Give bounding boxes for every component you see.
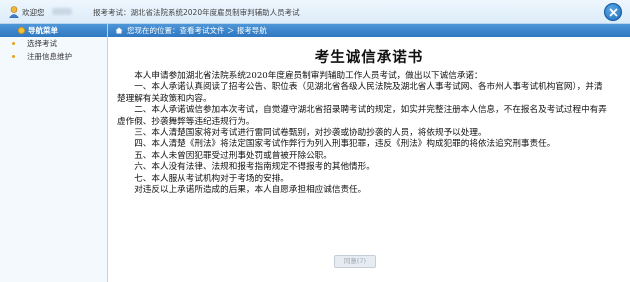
sidebar-item-registration-info[interactable]: 注册信息维护	[0, 50, 107, 63]
document-paragraph: 对违反以上承诺所造成的后果，本人自愿承担相应诚信责任。	[134, 185, 367, 196]
home-icon	[115, 27, 123, 34]
user-icon	[9, 6, 19, 18]
document-paragraph: 七、本人服从考试机构对于考场的安排。	[134, 173, 289, 184]
username-redacted	[52, 8, 72, 15]
top-bar: 欢迎您 报考考试：湖北省法院系统2020年度雇员制审判辅助人员考试	[0, 0, 630, 24]
sidebar-item-label: 注册信息维护	[27, 52, 72, 61]
sidebar: 导航菜单 选择考试 注册信息维护	[0, 24, 108, 282]
breadcrumb-text: 您现在的位置：查看考试文件 ＞ 报考导航	[127, 26, 267, 35]
bullet-icon	[12, 55, 15, 58]
main-content: 考生诚信承诺书 本人申请参加湖北省法院系统2020年度雇员制审判辅助工作人员考试…	[108, 37, 630, 282]
document-paragraph: 六、本人没有法律、法规和报考指南规定不得报考的其他情形。	[134, 162, 375, 173]
sidebar-item-select-exam[interactable]: 选择考试	[0, 37, 107, 50]
document-body: 本人申请参加湖北省法院系统2020年度雇员制审判辅助工作人员考试，做出以下诚信承…	[117, 71, 608, 196]
document-paragraph: 本人申请参加湖北省法院系统2020年度雇员制审判辅助工作人员考试，做出以下诚信承…	[134, 71, 483, 81]
bullet-icon	[12, 42, 15, 45]
sidebar-item-label: 选择考试	[27, 39, 57, 48]
document-title: 考生诚信承诺书	[314, 49, 424, 66]
close-button[interactable]	[604, 3, 622, 21]
document-paragraph: 二、本人承诺诚信参加本次考试，自觉遵守湖北省招录聘考试的规定，如实并完整注册本人…	[117, 105, 607, 127]
document-paragraph: 四、本人清楚《刑法》将法定国家考试作弊行为列入刑事犯罪，违反《刑法》构成犯罪的将…	[134, 139, 556, 150]
document-paragraph: 三、本人清楚国家将对考试进行雷同试卷甄别，对抄袭或协助抄袭的人员，将依规予以处理…	[134, 128, 487, 139]
menu-icon	[18, 27, 25, 34]
document-paragraph: 五、本人未曾因犯罪受过刑事处罚或曾被开除公职。	[134, 150, 332, 161]
nav-menu-title: 导航菜单	[28, 26, 58, 35]
agree-button[interactable]: 同意(7)	[334, 255, 376, 268]
welcome-text: 欢迎您	[22, 8, 45, 17]
breadcrumb: 您现在的位置：查看考试文件 ＞ 报考导航	[108, 24, 630, 37]
nav-menu-header: 导航菜单	[0, 24, 107, 37]
exam-info-text: 报考考试：湖北省法院系统2020年度雇员制审判辅助人员考试	[93, 8, 300, 17]
close-icon	[609, 8, 618, 17]
document-paragraph: 一、本人承诺认真阅读了招考公告、职位表（见湖北省各级人民法院及湖北省人事考试网、…	[117, 82, 603, 104]
